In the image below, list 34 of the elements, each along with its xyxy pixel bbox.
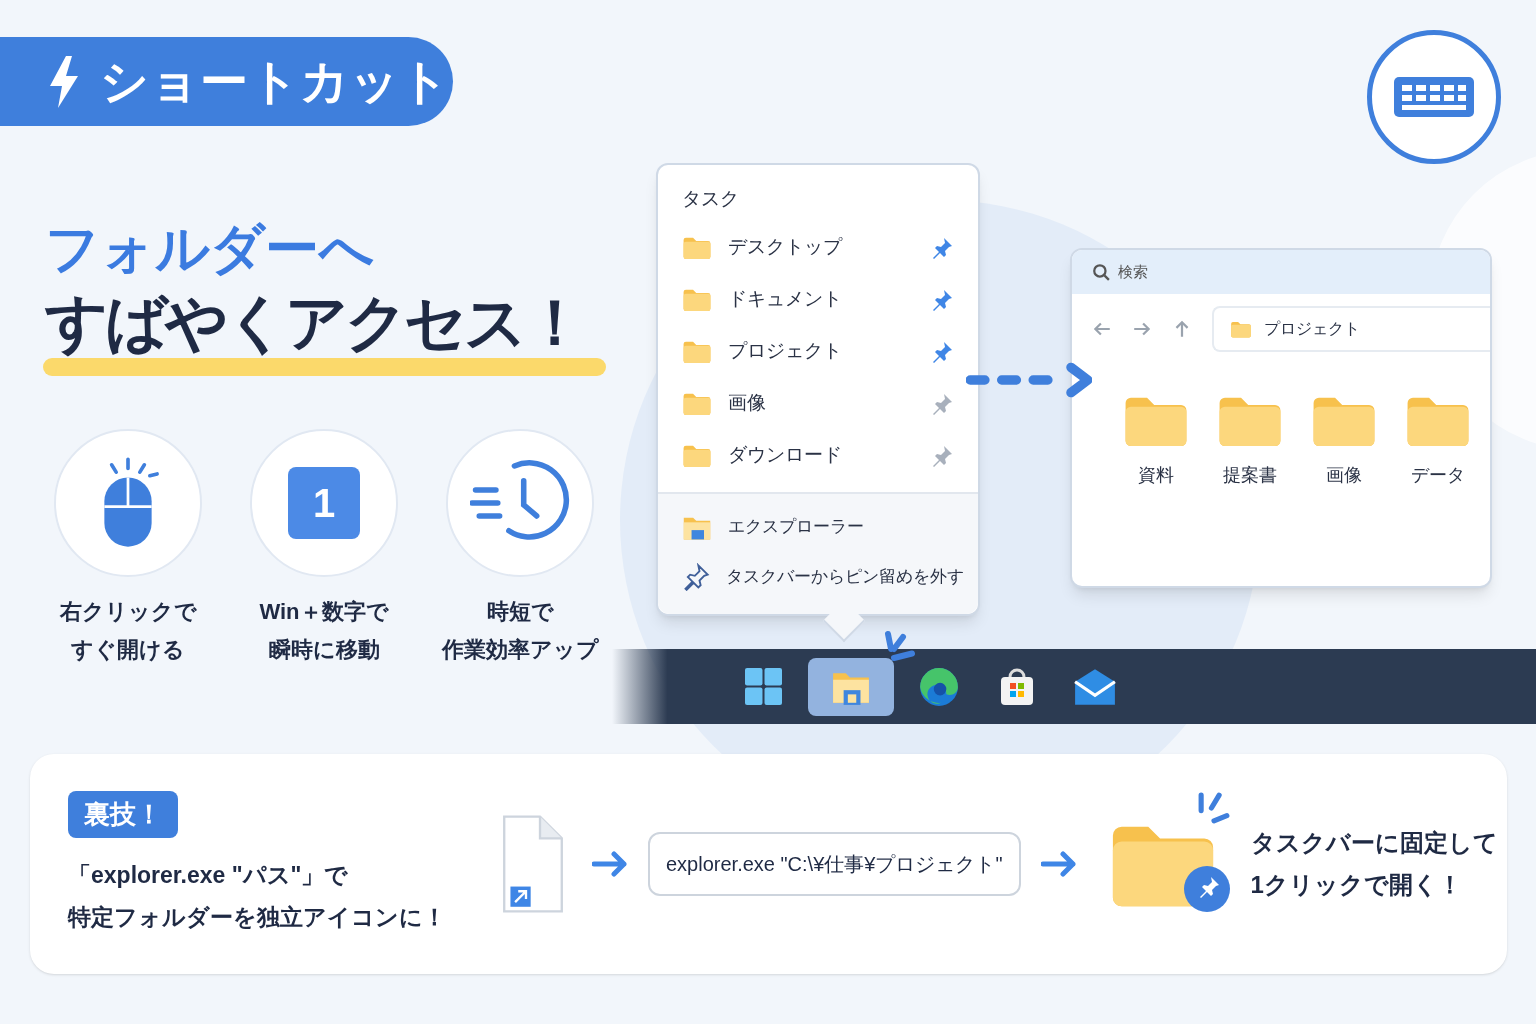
folder-icon (1230, 319, 1252, 339)
right-arrow-icon (592, 849, 628, 879)
tip-text: 「explorer.exe "パス"」で 特定フォルダーを独立アイコンに！ (68, 860, 446, 932)
feature-caption: 右クリックで すぐ開ける (59, 598, 197, 664)
folder-label: 画像 (1326, 464, 1362, 487)
folder-label: 資料 (1138, 464, 1174, 487)
right-arrow-icon (1040, 849, 1077, 879)
jump-list-action[interactable]: エクスプローラー (658, 502, 978, 552)
tip-badge: 裏技！ (68, 790, 178, 838)
spark-lines-icon (1196, 790, 1232, 826)
jump-list-action[interactable]: タスクバーからピン留めを外す (658, 552, 978, 602)
search-field[interactable]: 検索 (1118, 260, 1318, 284)
jump-list-item[interactable]: ドキュメント (658, 273, 978, 326)
folder-label: 提案書 (1223, 464, 1277, 487)
number-key: 1 (288, 467, 360, 539)
jump-list-item[interactable]: デスクトップ (658, 221, 978, 274)
folder-label: データ (1411, 464, 1465, 487)
jump-list-item[interactable]: 画像 (658, 377, 978, 430)
section-heading: タスク (681, 187, 740, 211)
browser-icon (918, 665, 960, 708)
jump-list-item[interactable]: ダウンロード (658, 429, 978, 482)
feature-caption: Win＋数字で 瞬時に移動 (259, 598, 389, 664)
result-text: タスクバーに固定して 1クリックで開く！ (1250, 828, 1498, 900)
jump-list-item[interactable]: プロジェクト (658, 325, 978, 378)
feature-caption: 時短で 作業効率アップ (441, 598, 599, 664)
headline: フォルダーへ (45, 217, 374, 280)
search-icon (1092, 263, 1110, 281)
pin-icon (682, 563, 710, 591)
windows-logo-icon (744, 668, 782, 705)
taskbar-app[interactable] (808, 657, 894, 716)
address-bar[interactable]: プロジェクト (1212, 306, 1490, 352)
banner-title: ショートカット (100, 53, 451, 110)
pin-badge-icon (1182, 865, 1231, 913)
command-box: explorer.exe "C:\¥仕事¥プロジェクト" (648, 832, 1021, 896)
